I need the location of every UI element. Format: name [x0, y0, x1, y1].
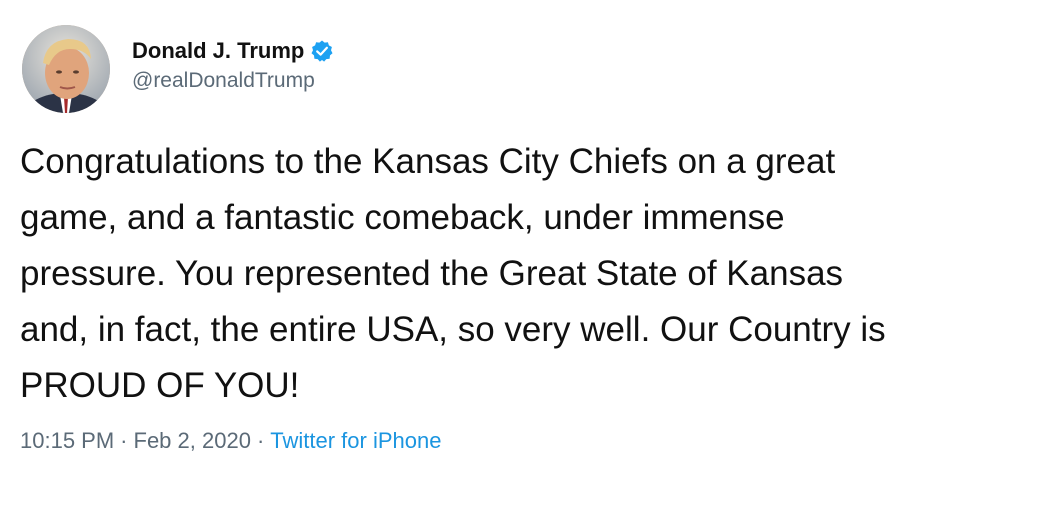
- author-names: Donald J. Trump @realDonaldTrump: [132, 37, 334, 95]
- tweet-text: Congratulations to the Kansas City Chief…: [20, 142, 886, 405]
- tweet-date[interactable]: Feb 2, 2020: [134, 428, 251, 453]
- meta-separator: ·: [256, 428, 265, 453]
- meta-separator: ·: [120, 428, 128, 453]
- author-handle[interactable]: @realDonaldTrump: [132, 67, 334, 95]
- profile-photo-icon: [22, 25, 110, 113]
- tweet-time[interactable]: 10:15 PM: [20, 428, 114, 453]
- tweet-source-link[interactable]: Twitter for iPhone: [270, 428, 441, 453]
- tweet-meta: 10:15 PM · Feb 2, 2020 · Twitter for iPhone: [20, 426, 441, 456]
- verified-badge-icon: [310, 39, 334, 63]
- author-display-name[interactable]: Donald J. Trump: [132, 37, 304, 65]
- tweet-card: Donald J. Trump @realDonaldTrump Congrat…: [0, 0, 1053, 506]
- tweet-header: Donald J. Trump @realDonaldTrump: [22, 24, 334, 114]
- avatar[interactable]: [22, 25, 110, 113]
- name-row: Donald J. Trump: [132, 37, 334, 65]
